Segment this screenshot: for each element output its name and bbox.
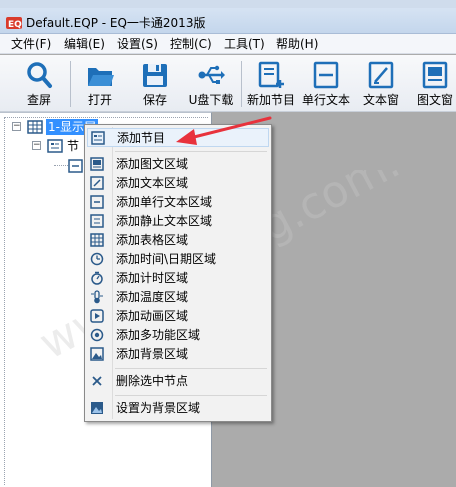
animation-icon [90, 309, 104, 323]
text-area-icon [90, 176, 104, 190]
menu-add-table-area[interactable]: 添加表格区域 [87, 231, 269, 250]
toolbar-separator [241, 61, 242, 107]
query-screen-label: 查屏 [26, 93, 51, 107]
tree-node-program[interactable]: − 节 [32, 137, 92, 155]
title-bar: EQ Default.EQP - EQ一卡通2013版 [0, 0, 456, 34]
menu-set-as-background-area[interactable]: 设置为背景区域 [87, 399, 269, 418]
single-line-text-area-icon [68, 159, 83, 173]
menu-tools[interactable]: 工具(T) [224, 37, 265, 51]
tree-branch-line [54, 165, 68, 166]
open-label: 打开 [87, 93, 112, 107]
collapse-toggle[interactable]: − [12, 122, 21, 131]
timer-icon [91, 271, 103, 285]
menu-add-timer-area-label: 添加计时区域 [116, 271, 189, 285]
image-text-area-icon [90, 157, 104, 171]
menu-separator [115, 151, 267, 152]
menu-separator [115, 395, 267, 396]
svg-text:EQ: EQ [8, 20, 22, 30]
menu-add-static-text-area[interactable]: 添加静止文本区域 [87, 212, 269, 231]
menu-add-animation-area-label: 添加动画区域 [116, 309, 189, 323]
menu-add-program-label: 添加节目 [117, 131, 166, 145]
menu-add-program[interactable]: 添加节目 [87, 128, 269, 147]
window-title: Default.EQP - EQ一卡通2013版 [26, 16, 206, 30]
tree-node-program-label: 节 [67, 139, 80, 153]
menu-delete-selected-node-label: 删除选中节点 [116, 374, 189, 388]
menu-add-static-text-area-label: 添加静止文本区域 [116, 214, 213, 228]
app-icon: EQ [6, 17, 22, 30]
menu-add-datetime-area-label: 添加时间\日期区域 [116, 252, 217, 266]
menu-add-animation-area[interactable]: 添加动画区域 [87, 307, 269, 326]
save-button[interactable]: 保存 [130, 55, 180, 112]
menu-separator [115, 368, 267, 369]
menu-set-as-background-area-label: 设置为背景区域 [116, 401, 201, 415]
usb-icon [198, 65, 225, 84]
background-icon [90, 347, 104, 361]
single-line-text-icon [313, 61, 339, 89]
menu-control[interactable]: 控制(C) [170, 37, 212, 51]
menu-delete-selected-node[interactable]: 删除选中节点 [87, 372, 269, 391]
menu-add-image-text-area[interactable]: 添加图文区域 [87, 155, 269, 174]
text-window-icon [368, 61, 394, 89]
menu-add-table-area-label: 添加表格区域 [116, 233, 189, 247]
menu-add-multifunction-area-label: 添加多功能区域 [116, 328, 201, 342]
clock-icon [90, 252, 104, 266]
new-program-label: 新加节目 [246, 93, 295, 107]
menu-add-multifunction-area[interactable]: 添加多功能区域 [87, 326, 269, 345]
query-screen-button[interactable]: 查屏 [14, 55, 64, 112]
image-text-window-label: 图文窗 [416, 93, 453, 107]
save-label: 保存 [142, 93, 167, 107]
image-text-window-icon [422, 61, 448, 89]
collapse-toggle[interactable]: − [32, 141, 41, 150]
menu-help[interactable]: 帮助(H) [276, 37, 318, 51]
menu-file[interactable]: 文件(F) [11, 37, 51, 51]
menu-add-temperature-area-label: 添加温度区域 [116, 290, 189, 304]
folder-open-icon [88, 68, 114, 86]
menu-add-temperature-area[interactable]: 添加温度区域 [87, 288, 269, 307]
text-window-button[interactable]: 文本窗 [356, 55, 406, 112]
image-text-window-button[interactable]: 图文窗 [410, 55, 456, 112]
static-text-area-icon [90, 214, 104, 228]
toolbar-separator [70, 61, 71, 107]
tree-node-area[interactable] [54, 157, 84, 175]
temperature-icon [91, 290, 103, 304]
menu-edit[interactable]: 编辑(E) [64, 37, 105, 51]
menu-add-timer-area[interactable]: 添加计时区域 [87, 269, 269, 288]
context-menu: 添加节目 添加图文区域 添加文本区域 添加单行文本区域 添加静止文本区域 添加表… [84, 124, 272, 422]
menu-add-image-text-area-label: 添加图文区域 [116, 157, 189, 171]
single-line-text-label: 单行文本 [301, 93, 350, 107]
menu-settings[interactable]: 设置(S) [117, 37, 158, 51]
menu-add-single-line-text-area[interactable]: 添加单行文本区域 [87, 193, 269, 212]
open-button[interactable]: 打开 [75, 55, 125, 112]
tree-guide-line [4, 117, 5, 485]
menu-add-datetime-area[interactable]: 添加时间\日期区域 [87, 250, 269, 269]
new-program-icon [258, 61, 284, 88]
menu-add-text-area[interactable]: 添加文本区域 [87, 174, 269, 193]
save-icon [143, 64, 167, 87]
program-icon [91, 131, 105, 145]
delete-icon [92, 376, 102, 386]
menu-add-background-area[interactable]: 添加背景区域 [87, 345, 269, 364]
single-line-text-button[interactable]: 单行文本 [300, 55, 352, 112]
search-icon [27, 62, 52, 88]
set-background-icon [91, 402, 103, 414]
multifunction-icon [90, 328, 104, 342]
menu-add-background-area-label: 添加背景区域 [116, 347, 189, 361]
menu-bar: 文件(F) 编辑(E) 设置(S) 控制(C) 工具(T) 帮助(H) [0, 34, 456, 54]
text-window-label: 文本窗 [362, 93, 399, 107]
toolbar: 查屏 打开 保存 U盘下载 新加节目 单行文本 文本窗 图文窗 [0, 55, 456, 112]
screen-grid-icon [27, 120, 43, 134]
menu-add-single-line-text-area-label: 添加单行文本区域 [116, 195, 213, 209]
program-icon [47, 139, 63, 153]
table-area-icon [90, 233, 104, 247]
single-line-text-area-icon [90, 195, 104, 209]
usb-download-label: U盘下载 [188, 93, 234, 107]
menu-add-text-area-label: 添加文本区域 [116, 176, 189, 190]
usb-download-button[interactable]: U盘下载 [184, 55, 238, 112]
title-bar-top-strip [0, 0, 456, 8]
new-program-button[interactable]: 新加节目 [245, 55, 297, 112]
